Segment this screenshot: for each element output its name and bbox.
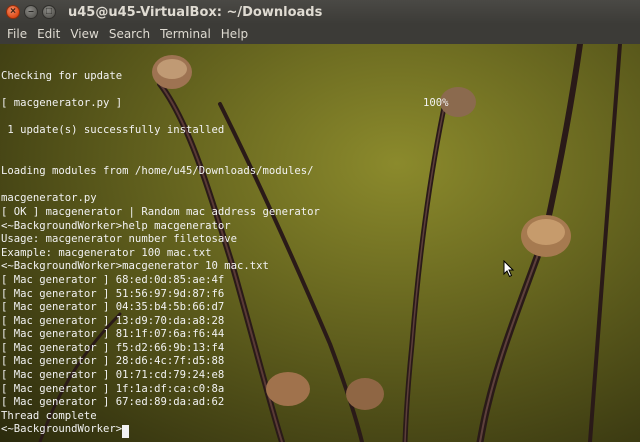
output-line: [ OK ] macgenerator | Random mac address… — [1, 205, 320, 218]
mac-output-line: [ Mac generator ] 68:ed:0d:85:ae:4f — [1, 273, 225, 286]
output-line: <~BackgroundWorker>macgenerator 10 mac.t… — [1, 260, 269, 273]
output-line: Usage: macgenerator number filetosave — [1, 233, 237, 246]
mac-output-line: [ Mac generator ] 04:35:b4:5b:66:d7 — [1, 301, 225, 314]
mac-output-line: [ Mac generator ] 51:56:97:9d:87:f6 — [1, 287, 225, 300]
mouse-pointer-icon — [503, 260, 515, 278]
output-line: Checking for update — [1, 70, 123, 82]
maximize-icon: □ — [45, 6, 53, 17]
close-icon: × — [10, 6, 16, 17]
mac-output-line: [ Mac generator ] 01:71:cd:79:24:e8 — [1, 369, 225, 382]
mac-output-line: [ Mac generator ] f5:d2:66:9b:13:f4 — [1, 341, 225, 354]
output-line: Loading modules from /home/u45/Downloads… — [1, 165, 314, 178]
output-line: 1 update(s) successfully installed — [1, 124, 225, 137]
menu-file[interactable]: File — [3, 27, 31, 41]
output-line: macgenerator.py — [1, 192, 97, 205]
menu-terminal[interactable]: Terminal — [156, 27, 215, 41]
close-button[interactable]: × — [6, 5, 20, 19]
minimize-icon: – — [28, 6, 34, 17]
menu-view[interactable]: View — [66, 27, 102, 41]
menu-help[interactable]: Help — [217, 27, 252, 41]
terminal-text: Checking for update [ macgenerator.py ] 1… — [1, 70, 320, 437]
mac-output-line: [ Mac generator ] 1f:1a:df:ca:c0:8a — [1, 382, 225, 395]
minimize-button[interactable]: – — [24, 5, 38, 19]
prompt-line[interactable]: <~BackgroundWorker> — [1, 423, 320, 437]
text-cursor — [122, 425, 129, 438]
terminal-output-area[interactable]: Checking for update [ macgenerator.py ] 1… — [0, 44, 640, 442]
mac-output-line: [ Mac generator ] 13:d9:70:da:a8:28 — [1, 314, 225, 327]
mac-output-line: [ Mac generator ] 81:1f:07:6a:f6:44 — [1, 328, 225, 341]
mac-output-line: [ Mac generator ] 28:d6:4c:7f:d5:88 — [1, 355, 225, 368]
menu-bar: File Edit View Search Terminal Help — [0, 24, 640, 44]
menu-edit[interactable]: Edit — [33, 27, 64, 41]
output-line: [ macgenerator.py ] — [1, 97, 123, 110]
terminal-window: × – □ u45@u45-VirtualBox: ~/Downloads Fi… — [0, 0, 640, 442]
menu-search[interactable]: Search — [105, 27, 154, 41]
output-line: <~BackgroundWorker>help macgenerator — [1, 219, 231, 232]
maximize-button[interactable]: □ — [42, 5, 56, 19]
output-line: Example: macgenerator 100 mac.txt — [1, 246, 212, 259]
mac-output-line: [ Mac generator ] 67:ed:89:da:ad:62 — [1, 396, 225, 409]
title-bar[interactable]: × – □ u45@u45-VirtualBox: ~/Downloads — [0, 0, 640, 24]
window-title: u45@u45-VirtualBox: ~/Downloads — [68, 4, 323, 20]
progress-percent: 100% — [423, 97, 449, 109]
output-line: Thread complete — [1, 409, 97, 422]
